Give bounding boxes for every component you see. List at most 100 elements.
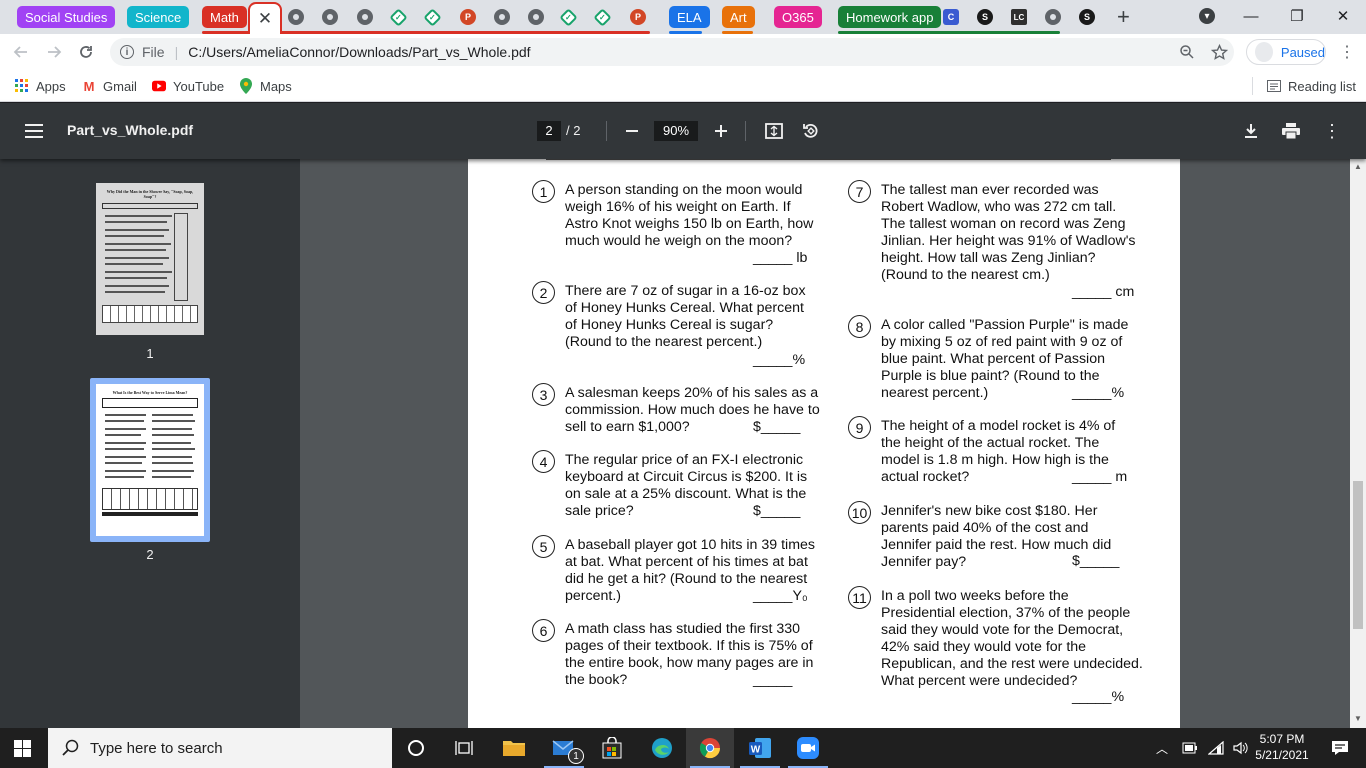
tab-group-homework-app[interactable]: Homework app (838, 6, 942, 28)
tab-group-science[interactable]: Science (127, 6, 190, 28)
tab-group-math[interactable]: Math (202, 6, 247, 28)
zoom-in-button[interactable] (709, 119, 733, 143)
profile-paused-button[interactable]: Paused (1246, 39, 1326, 65)
zoom-out-button[interactable] (620, 119, 644, 143)
zoom-indicator-button[interactable] (1174, 39, 1200, 65)
pdf-toolbar: Part_vs_Whole.pdf 2 / 2 90% ⋮ (0, 103, 1366, 159)
pdf-viewer[interactable]: 1 A person standing on the moon would we… (300, 159, 1350, 728)
url-text[interactable]: C:/Users/AmeliaConnor/Downloads/Part_vs_… (188, 44, 530, 60)
zoom-level-input[interactable]: 90% (654, 121, 698, 141)
notifications-button[interactable] (1320, 728, 1360, 768)
globe-icon (288, 9, 304, 25)
tab-ppt-1[interactable]: P (460, 5, 476, 29)
address-bar[interactable]: i File | C:/Users/AmeliaConnor/Downloads… (110, 38, 1234, 66)
close-window-button[interactable]: ✕ (1320, 0, 1366, 32)
hamburger-menu-icon (25, 124, 43, 138)
page-thumbnail-2[interactable]: What Is the Best Way to Serve Lima Mean? (96, 384, 204, 536)
tab-grey-6[interactable] (1045, 5, 1061, 29)
chrome-menu-button[interactable]: ⋮ (1334, 39, 1360, 65)
question-number-3: 3 (532, 383, 555, 406)
store-bag-icon (602, 737, 622, 759)
bookmark-star-button[interactable] (1206, 39, 1232, 65)
tray-chevron-up-icon[interactable]: ︿ (1156, 740, 1170, 757)
tab-s-1[interactable]: S (977, 5, 993, 29)
answer-blank-10: $_____ (1072, 553, 1120, 569)
bookmark-maps[interactable]: Maps (239, 77, 292, 95)
bookmark-youtube[interactable]: YouTube (152, 77, 224, 95)
tab-grey-5[interactable] (528, 5, 544, 29)
scrollbar-thumb[interactable] (1353, 481, 1363, 629)
tab-grey-3[interactable] (357, 5, 373, 29)
back-button[interactable] (8, 39, 34, 65)
page-thumbnail-1[interactable]: Why Did the Man in the Shower Say, "Soap… (96, 183, 204, 335)
page-number-input[interactable]: 2 (537, 121, 561, 141)
rotate-button[interactable] (799, 119, 823, 143)
word-button[interactable]: W (736, 728, 784, 768)
scroll-down-arrow-icon[interactable]: ▼ (1354, 714, 1362, 723)
tab-grey-1[interactable] (288, 5, 304, 29)
star-icon (1210, 43, 1228, 60)
bookmark-gmail[interactable]: M Gmail (82, 77, 137, 95)
forward-arrow-icon (48, 46, 62, 58)
task-view-button[interactable] (440, 728, 488, 768)
site-info-icon[interactable]: i (120, 45, 134, 59)
tab-lc[interactable]: LC (1011, 5, 1027, 29)
tab-green-2[interactable]: ✓ (423, 5, 442, 29)
question-number-7: 7 (848, 180, 871, 203)
chrome-button[interactable] (686, 728, 734, 768)
taskbar-clock[interactable]: 5:07 PM 5/21/2021 (1246, 731, 1318, 763)
scroll-up-arrow-icon[interactable]: ▲ (1354, 162, 1362, 171)
tab-grey-4[interactable] (494, 5, 510, 29)
taskbar-search-box[interactable]: Type here to search (48, 728, 392, 768)
minimize-button[interactable]: — (1228, 0, 1274, 32)
question-number-2: 2 (532, 281, 555, 304)
bookmark-apps[interactable]: Apps (15, 77, 66, 95)
tab-green-3[interactable]: ✓ (559, 5, 578, 29)
pdf-more-button[interactable]: ⋮ (1320, 119, 1344, 143)
bookmarks-bar: Apps M Gmail YouTube Maps Reading list (0, 70, 1366, 102)
minus-icon (626, 130, 638, 132)
tab-ppt-2[interactable]: P (630, 5, 646, 29)
printer-icon (1282, 123, 1300, 139)
windows-start-icon[interactable] (14, 740, 31, 757)
tab-s-2[interactable]: S (1079, 5, 1095, 29)
folder-icon (503, 741, 525, 756)
print-button[interactable] (1279, 119, 1303, 143)
forward-button[interactable] (41, 39, 67, 65)
tab-canvas[interactable]: C (943, 5, 959, 29)
mail-button[interactable]: 1 (540, 728, 588, 768)
edge-icon (652, 738, 672, 758)
new-tab-button[interactable]: + (1117, 4, 1130, 29)
maximize-button[interactable]: ❐ (1274, 0, 1320, 32)
tab-grey-2[interactable] (322, 5, 338, 29)
thumbnail-heading: Why Did the Man in the Shower Say, "Soap… (106, 189, 194, 199)
question-number-8: 8 (848, 315, 871, 338)
green-app-icon: ✓ (559, 7, 578, 27)
reading-list-button[interactable]: Reading list (1252, 77, 1356, 95)
zoom-app-button[interactable] (784, 728, 832, 768)
mail-badge: 1 (568, 748, 584, 764)
tab-group-ela[interactable]: ELA (669, 6, 710, 28)
close-tab-icon[interactable]: ✕ (258, 9, 272, 29)
toolbar-divider (745, 121, 746, 141)
chrome-icon (699, 738, 721, 759)
cortana-button[interactable] (392, 728, 440, 768)
edge-button[interactable] (638, 728, 686, 768)
fit-to-page-button[interactable] (762, 119, 786, 143)
wifi-icon[interactable] (1208, 741, 1224, 755)
tab-green-4[interactable]: ✓ (593, 5, 612, 29)
download-button[interactable] (1239, 119, 1263, 143)
tab-group-social-studies[interactable]: Social Studies (17, 6, 116, 28)
pdf-title: Part_vs_Whole.pdf (67, 122, 194, 138)
store-button[interactable] (588, 728, 636, 768)
tab-group-o365[interactable]: O365 (774, 6, 822, 28)
file-explorer-button[interactable] (490, 728, 538, 768)
tab-group-art[interactable]: Art (722, 6, 755, 28)
tab-search-button[interactable]: ▾ (1184, 0, 1230, 32)
sidebar-menu-button[interactable] (22, 119, 46, 143)
active-tab[interactable]: ✕ (248, 2, 282, 34)
reload-button[interactable] (73, 39, 99, 65)
tab-green-1[interactable]: ✓ (389, 5, 408, 29)
battery-icon[interactable] (1182, 741, 1198, 755)
vertical-scrollbar[interactable]: ▲ ▼ (1350, 159, 1366, 728)
